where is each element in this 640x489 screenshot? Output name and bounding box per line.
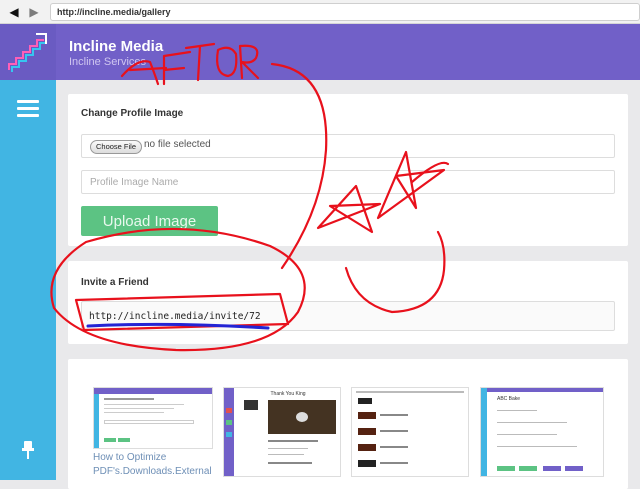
profile-image-name-input[interactable]: Profile Image Name: [81, 170, 615, 194]
back-arrow-icon[interactable]: ◀: [8, 5, 20, 19]
invite-heading: Invite a Friend: [81, 277, 149, 288]
hamburger-menu-icon[interactable]: [17, 100, 39, 118]
address-field[interactable]: http://incline.media/gallery: [50, 3, 640, 21]
profile-image-card: Change Profile Image Choose File no file…: [68, 94, 628, 246]
profile-image-heading: Change Profile Image: [81, 108, 184, 119]
gallery-thumbnail[interactable]: [351, 387, 469, 477]
file-status: no file selected: [144, 139, 211, 150]
gallery-thumbnail[interactable]: Thank You King: [223, 387, 341, 477]
browser-url-bar: ◀ ▶ http://incline.media/gallery: [0, 0, 640, 24]
forward-arrow-icon[interactable]: ▶: [28, 5, 40, 19]
app-title: Incline Media: [69, 38, 164, 55]
choose-file-button[interactable]: Choose File: [90, 140, 143, 154]
invite-link-field[interactable]: http://incline.media/invite/72: [81, 301, 615, 331]
gallery-card: How to Optimize PDF's.Downloads.External…: [68, 359, 628, 489]
app-header: Incline Media Incline Services: [56, 24, 640, 80]
sidebar: [0, 24, 56, 480]
gallery-item-title: Thank You King: [270, 391, 306, 397]
logo[interactable]: [0, 24, 56, 80]
gallery-thumbnail[interactable]: ABC Bake: [480, 387, 604, 477]
upload-image-button[interactable]: Upload Image: [81, 206, 218, 236]
gallery-item-caption[interactable]: How to Optimize PDF's.Downloads.External: [93, 451, 212, 479]
gallery-item-title: ABC Bake: [497, 396, 521, 402]
file-input[interactable]: Choose File no file selected: [81, 134, 615, 158]
stairs-logo-icon: [8, 33, 47, 72]
pin-icon[interactable]: [20, 440, 36, 460]
gallery-thumbnail[interactable]: [93, 387, 213, 449]
invite-card: Invite a Friend http://incline.media/inv…: [68, 261, 628, 344]
app-subtitle: Incline Services: [69, 56, 147, 68]
